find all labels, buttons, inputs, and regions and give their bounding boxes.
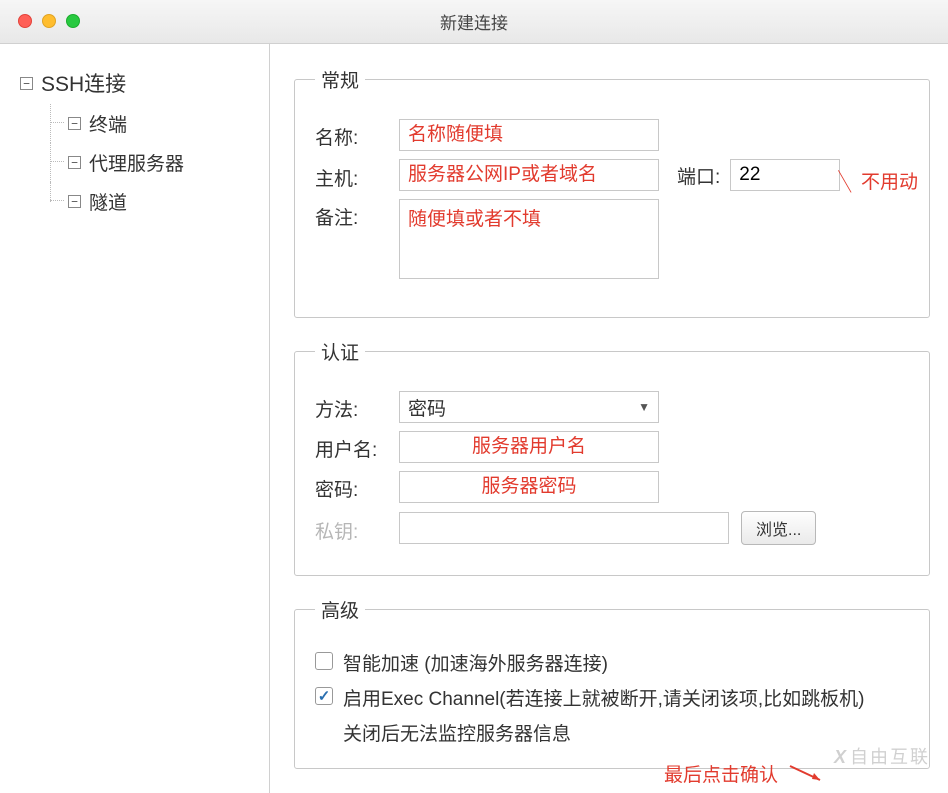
browse-button[interactable]: 浏览...	[741, 511, 816, 545]
collapse-icon[interactable]: −	[68, 117, 81, 130]
titlebar: 新建连接	[0, 0, 948, 44]
port-note: ＼ 不用动	[835, 166, 918, 195]
tree-label: SSH连接	[41, 68, 126, 98]
window-controls	[18, 14, 80, 28]
collapse-icon[interactable]: −	[20, 77, 33, 90]
host-label: 主机:	[315, 160, 387, 191]
arrow-icon: ＼	[832, 164, 859, 197]
collapse-icon[interactable]: −	[68, 156, 81, 169]
exec-checkbox-row[interactable]: 启用Exec Channel(若连接上就被断开,请关闭该项,比如跳板机)	[315, 684, 909, 711]
tree-item-terminal[interactable]: − 终端	[68, 104, 259, 143]
group-auth-legend: 认证	[315, 338, 365, 365]
port-input[interactable]	[730, 159, 840, 191]
arrow-icon	[788, 762, 828, 786]
maximize-icon[interactable]	[66, 14, 80, 28]
username-input[interactable]	[399, 431, 659, 463]
port-note-text: 不用动	[861, 167, 918, 194]
host-input[interactable]	[399, 159, 659, 191]
password-label: 密码:	[315, 471, 387, 502]
group-general-legend: 常规	[315, 66, 365, 93]
content-pane: 常规 名称: 主机: 端口: 备注: ＼ 不用动	[270, 44, 948, 793]
final-note: 最后点击确认	[664, 760, 828, 787]
accel-label: 智能加速 (加速海外服务器连接)	[343, 649, 608, 676]
sidebar: − SSH连接 − 终端 − 代理服务器	[0, 44, 270, 793]
username-label: 用户名:	[315, 431, 387, 462]
port-label: 端口:	[677, 162, 720, 189]
chevron-down-icon: ▼	[638, 400, 650, 414]
checkbox-checked-icon[interactable]	[315, 687, 333, 705]
group-advanced-legend: 高级	[315, 596, 365, 623]
exec-label: 启用Exec Channel(若连接上就被断开,请关闭该项,比如跳板机)	[343, 684, 865, 711]
group-auth: 认证 方法: 密码 ▼ 用户名: 密码: 私钥: 浏览...	[294, 338, 930, 576]
privkey-input[interactable]	[399, 512, 729, 544]
name-input[interactable]	[399, 119, 659, 151]
tree-label: 隧道	[89, 188, 127, 215]
close-icon[interactable]	[18, 14, 32, 28]
tree-item-ssh[interactable]: − SSH连接	[20, 62, 259, 104]
final-note-text: 最后点击确认	[664, 760, 778, 787]
method-value: 密码	[408, 394, 446, 421]
collapse-icon[interactable]: −	[68, 195, 81, 208]
remark-label: 备注:	[315, 199, 387, 230]
password-input[interactable]	[399, 471, 659, 503]
tree-item-tunnel[interactable]: − 隧道	[68, 182, 259, 221]
remark-input[interactable]	[399, 199, 659, 279]
accel-checkbox-row[interactable]: 智能加速 (加速海外服务器连接)	[315, 649, 909, 676]
method-label: 方法:	[315, 391, 387, 422]
group-general: 常规 名称: 主机: 端口: 备注: ＼ 不用动	[294, 66, 930, 318]
window-title: 新建连接	[440, 9, 508, 34]
exec-sub-label: 关闭后无法监控服务器信息	[343, 719, 909, 746]
tree-label: 代理服务器	[89, 149, 184, 176]
privkey-label: 私钥:	[315, 513, 387, 544]
checkbox-icon[interactable]	[315, 652, 333, 670]
minimize-icon[interactable]	[42, 14, 56, 28]
tree-label: 终端	[89, 110, 127, 137]
method-select[interactable]: 密码 ▼	[399, 391, 659, 423]
watermark: X自由互联	[834, 743, 930, 769]
name-label: 名称:	[315, 119, 387, 150]
tree-item-proxy[interactable]: − 代理服务器	[68, 143, 259, 182]
